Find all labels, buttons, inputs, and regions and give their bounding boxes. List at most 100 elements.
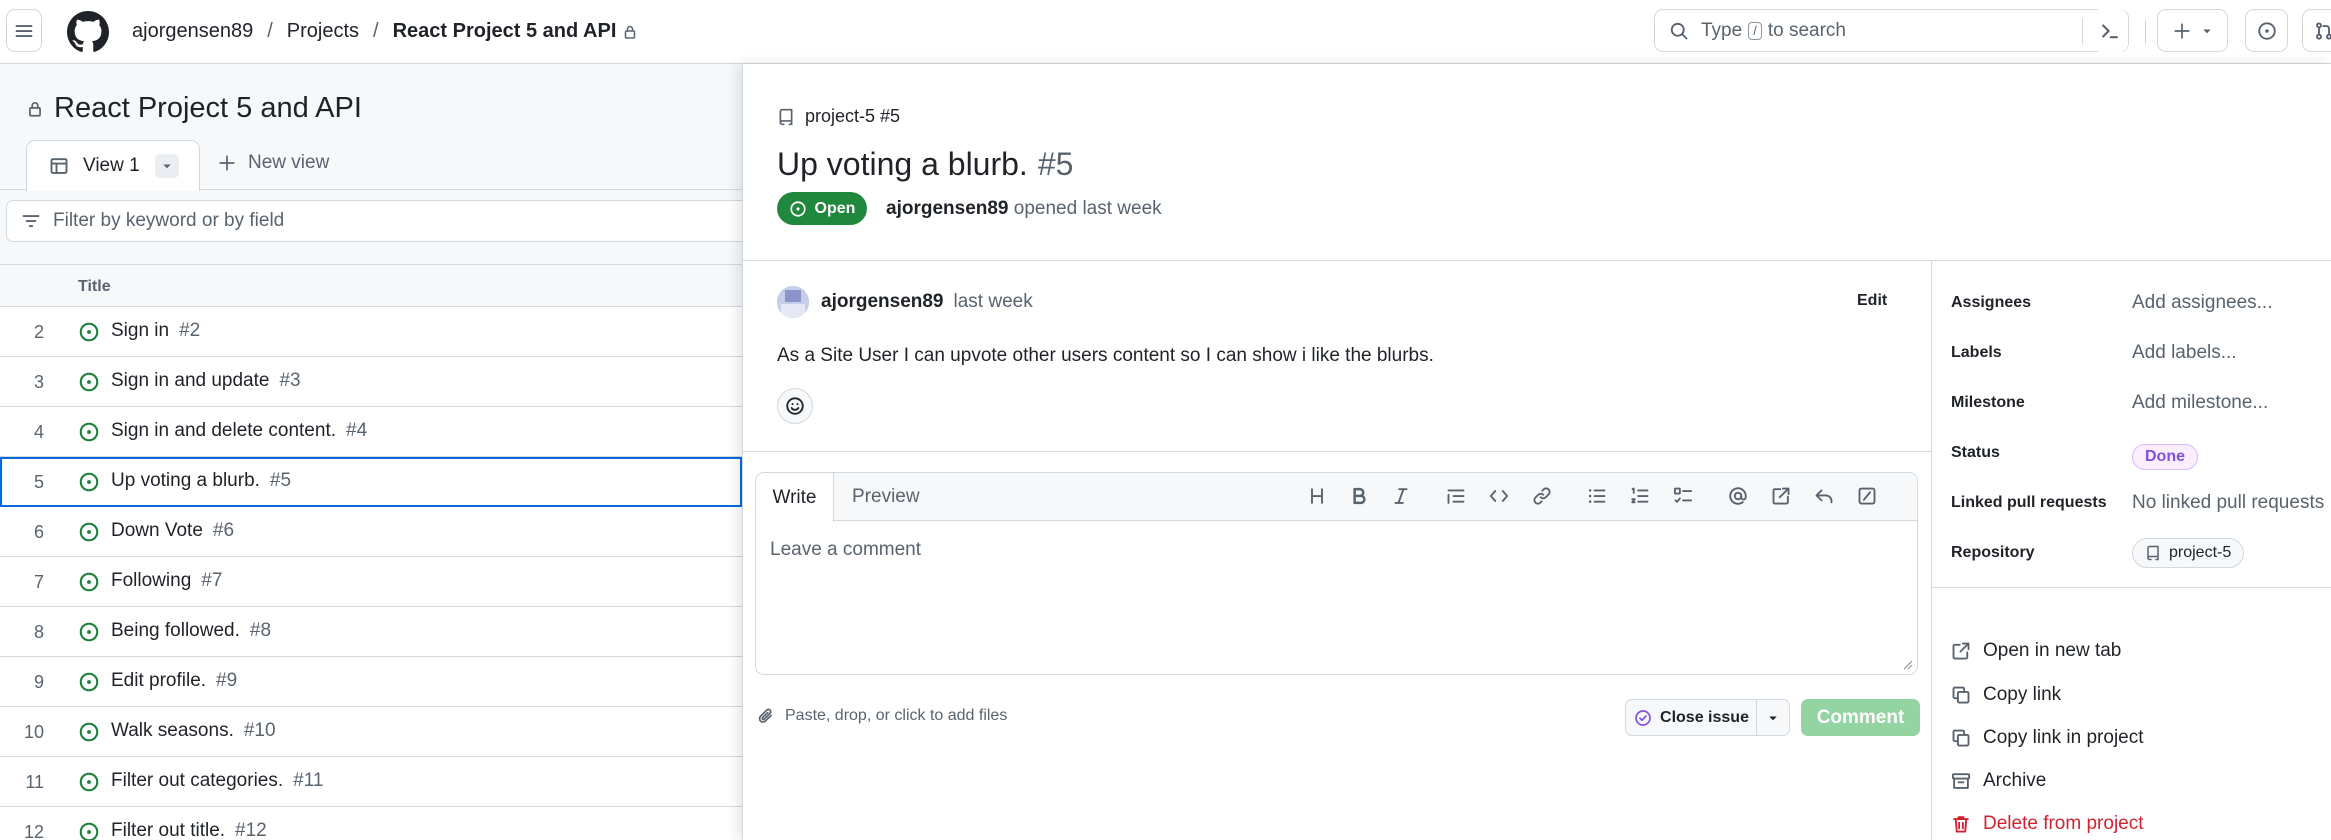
command-palette-button[interactable] <box>2092 9 2128 52</box>
search-input[interactable]: Type / to search <box>1654 9 2129 52</box>
table-row[interactable]: 9 Edit profile. #9 <box>0 657 742 707</box>
comment-textarea[interactable]: Leave a comment <box>770 539 921 561</box>
table-icon <box>50 158 68 174</box>
row-title: Edit profile. <box>111 670 207 691</box>
issue-open-icon <box>79 672 99 692</box>
ordered-list-icon[interactable] <box>1630 486 1650 506</box>
attach-files-button[interactable]: Paste, drop, or click to add files <box>757 707 1007 725</box>
comment-button[interactable]: Comment <box>1801 699 1920 736</box>
issue-opened-by[interactable]: ajorgensen89 <box>886 198 1009 219</box>
table-row[interactable]: 12 Filter out title. #12 <box>0 807 742 840</box>
close-issue-button[interactable]: Close issue <box>1625 699 1757 736</box>
issue-title-text: Up voting a blurb. <box>777 146 1028 182</box>
filter-input[interactable]: Filter by keyword or by field <box>6 200 742 242</box>
issue-repo-reference[interactable]: project-5 #5 <box>777 106 900 127</box>
row-title-link[interactable]: Being followed. #8 <box>111 620 271 642</box>
delete-from-project-button[interactable]: Delete from project <box>1951 813 2144 835</box>
add-reaction-button[interactable] <box>777 388 813 424</box>
table-row[interactable]: 6 Down Vote #6 <box>0 507 742 557</box>
column-header-title[interactable]: Title <box>78 278 111 296</box>
list-icon[interactable] <box>1587 486 1607 506</box>
edit-button[interactable]: Edit <box>1857 292 1887 310</box>
new-view-button[interactable]: New view <box>218 152 329 174</box>
create-new-button[interactable] <box>2157 9 2228 52</box>
row-number: 3 <box>33 372 44 392</box>
row-issue-number: #10 <box>243 720 276 741</box>
row-title-link[interactable]: Edit profile. #9 <box>111 670 237 692</box>
resize-handle-icon[interactable] <box>1901 658 1913 670</box>
code-icon[interactable] <box>1489 486 1509 506</box>
table-row[interactable]: 7 Following #7 <box>0 557 742 607</box>
pull-requests-button[interactable] <box>2302 9 2331 52</box>
issue-main-column: ajorgensen89 last week Edit As a Site Use… <box>743 261 1931 840</box>
link-icon[interactable] <box>1532 486 1552 506</box>
row-title-link[interactable]: Up voting a blurb. #5 <box>111 470 291 492</box>
copy-link-button[interactable]: Copy link <box>1951 684 2061 706</box>
hamburger-icon <box>15 24 33 37</box>
issues-button[interactable] <box>2245 9 2288 52</box>
comment-timestamp[interactable]: last week <box>954 291 1033 312</box>
row-title: Sign in and update <box>111 370 270 391</box>
plus-icon <box>2173 22 2190 39</box>
project-title: React Project 5 and API <box>26 92 362 125</box>
search-divider <box>2082 18 2083 44</box>
bold-icon[interactable] <box>1349 486 1369 506</box>
add-assignees-button[interactable]: Add assignees... <box>2132 292 2272 314</box>
tab-preview[interactable]: Preview <box>852 486 920 508</box>
row-title-link[interactable]: Sign in #2 <box>111 320 200 342</box>
linked-prs-value[interactable]: No linked pull requests <box>2132 492 2324 514</box>
table-row[interactable]: 3 Sign in and update #3 <box>0 357 742 407</box>
row-title-link[interactable]: Filter out title. #12 <box>111 820 267 840</box>
breadcrumb-owner[interactable]: ajorgensen89 <box>132 20 253 43</box>
search-shortcut-key: / <box>1748 21 1762 40</box>
issue-open-icon <box>79 322 99 342</box>
task-list-icon[interactable] <box>1673 486 1693 506</box>
open-in-new-tab-label: Open in new tab <box>1983 640 2122 661</box>
table-row[interactable]: 2 Sign in #2 <box>0 307 742 357</box>
repository-chip[interactable]: project-5 <box>2132 538 2245 568</box>
quote-icon[interactable] <box>1446 486 1466 506</box>
reference-icon[interactable] <box>1771 486 1791 506</box>
breadcrumb-project[interactable]: React Project 5 and API <box>393 20 617 43</box>
table-row[interactable]: 4 Sign in and delete content. #4 <box>0 407 742 457</box>
row-title-link[interactable]: Filter out categories. #11 <box>111 770 323 792</box>
row-title: Down Vote <box>111 520 203 541</box>
mention-icon[interactable] <box>1728 486 1748 506</box>
status-badge[interactable]: Done <box>2132 444 2198 470</box>
avatar[interactable] <box>777 286 809 318</box>
menu-button[interactable] <box>6 9 42 52</box>
heading-icon[interactable] <box>1307 486 1327 506</box>
add-labels-button[interactable]: Add labels... <box>2132 342 2237 364</box>
search-prefix: Type <box>1701 19 1743 41</box>
tab-write[interactable]: Write <box>756 473 834 522</box>
repo-icon <box>2147 545 2159 561</box>
row-title-link[interactable]: Down Vote #6 <box>111 520 234 542</box>
breadcrumb-projects[interactable]: Projects <box>287 20 359 43</box>
view-tabs: View 1 New view <box>0 140 742 191</box>
close-issue-options-button[interactable] <box>1756 699 1790 736</box>
issue-state-text: Open <box>814 199 856 217</box>
reply-icon[interactable] <box>1814 486 1834 506</box>
table-row[interactable]: 8 Being followed. #8 <box>0 607 742 657</box>
row-title-link[interactable]: Sign in and delete content. #4 <box>111 420 367 442</box>
issue-opened-meta: ajorgensen89 opened last week <box>886 198 1162 220</box>
copy-link-in-project-button[interactable]: Copy link in project <box>1951 727 2144 749</box>
table-row[interactable]: 10 Walk seasons. #10 <box>0 707 742 757</box>
row-number: 7 <box>33 572 44 592</box>
slash-icon[interactable] <box>1857 486 1877 506</box>
table-row[interactable]: 11 Filter out categories. #11 <box>0 757 742 807</box>
table-row[interactable]: 5 Up voting a blurb. #5 <box>0 457 742 507</box>
row-title-link[interactable]: Sign in and update #3 <box>111 370 301 392</box>
add-milestone-button[interactable]: Add milestone... <box>2132 392 2268 414</box>
comment-author[interactable]: ajorgensen89 <box>821 291 944 312</box>
row-title-link[interactable]: Walk seasons. #10 <box>111 720 276 742</box>
italic-icon[interactable] <box>1391 486 1411 506</box>
view-options-button[interactable] <box>155 154 179 178</box>
github-logo[interactable] <box>67 11 109 53</box>
comment-editor: Write Preview Leave a comment <box>755 472 1918 675</box>
row-title-link[interactable]: Following #7 <box>111 570 222 592</box>
open-in-new-tab-button[interactable]: Open in new tab <box>1951 640 2121 662</box>
editor-toolbar: Write Preview <box>756 473 1917 522</box>
archive-button[interactable]: Archive <box>1951 770 2046 792</box>
tab-view-1[interactable]: View 1 <box>26 140 200 191</box>
